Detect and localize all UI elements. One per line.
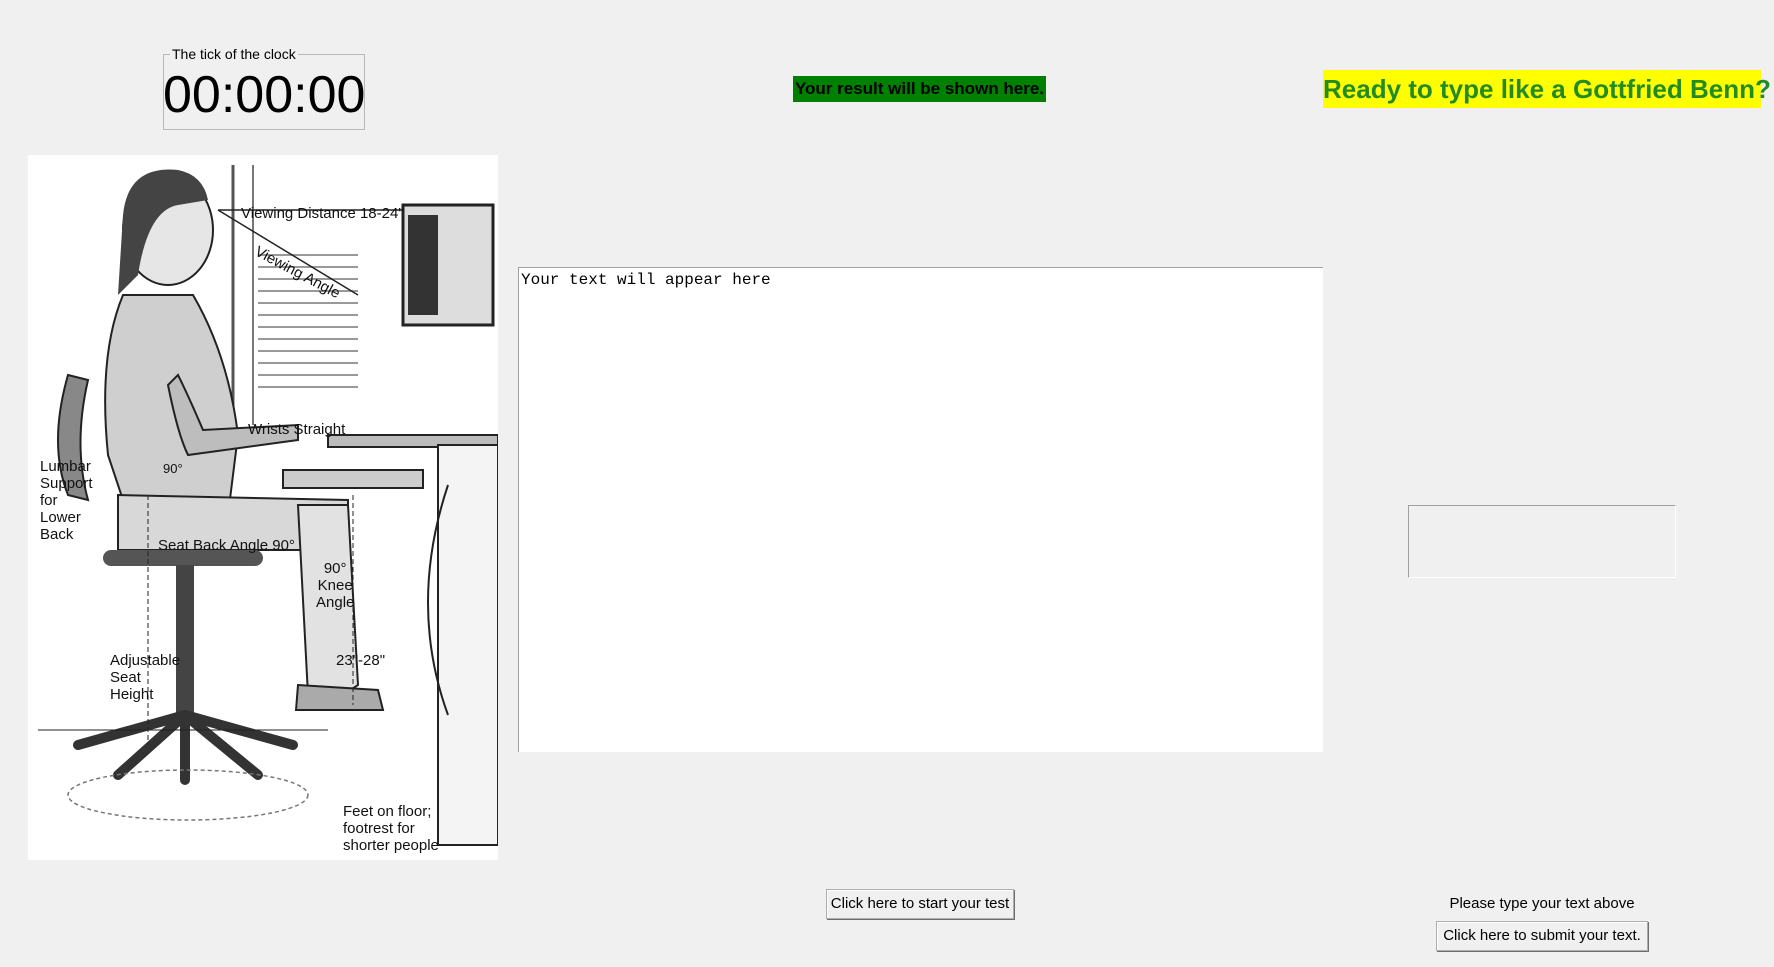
height-range-label: 23"-28" (336, 652, 386, 669)
submit-text-button[interactable]: Click here to submit your text. (1436, 921, 1648, 951)
lumbar-line: Back (40, 526, 74, 543)
typing-text-area[interactable]: Your text will appear here (518, 267, 1323, 752)
seat-height-label: Adjustable Seat Height (110, 652, 180, 703)
lumbar-line: for (40, 492, 58, 509)
feet-line: shorter people (343, 837, 439, 854)
seat-back-label: Seat Back Angle 90° (158, 537, 295, 554)
result-entry-box[interactable] (1408, 505, 1676, 578)
clock-legend: The tick of the clock (170, 46, 298, 62)
slogan-banner: Ready to type like a Gottfried Benn? (1323, 70, 1771, 108)
knee-line: Angle (316, 594, 355, 611)
viewing-distance-label: Viewing Distance 18-24" (241, 205, 404, 222)
lumbar-label: Lumbar Support for Lower Back (40, 458, 93, 543)
feet-label: Feet on floor; footrest for shorter peop… (343, 803, 439, 854)
ergonomics-illustration: Viewing Distance 18-24" Viewing Angle Wr… (28, 155, 498, 860)
knee-label: 90° Knee Angle (316, 560, 354, 611)
seat-height-line: Adjustable (110, 652, 181, 669)
wrists-label: Wrists Straight (248, 421, 346, 438)
clock-display: 00:00:00 (163, 66, 366, 124)
result-banner: Your result will be shown here. (793, 76, 1046, 102)
elbow-angle-label: 90° (163, 461, 183, 476)
seat-height-line: Height (110, 686, 154, 703)
lumbar-line: Support (40, 475, 93, 492)
lumbar-line: Lower (40, 509, 81, 526)
knee-line: Knee (317, 577, 353, 594)
feet-line: Feet on floor; (343, 803, 432, 820)
lumbar-line: Lumbar (40, 458, 91, 475)
feet-line: footrest for (343, 820, 415, 837)
seat-height-line: Seat (110, 669, 141, 686)
knee-line: 90° (323, 560, 347, 577)
start-test-button[interactable]: Click here to start your test (826, 889, 1014, 919)
type-hint-label: Please type your text above (1449, 895, 1635, 912)
